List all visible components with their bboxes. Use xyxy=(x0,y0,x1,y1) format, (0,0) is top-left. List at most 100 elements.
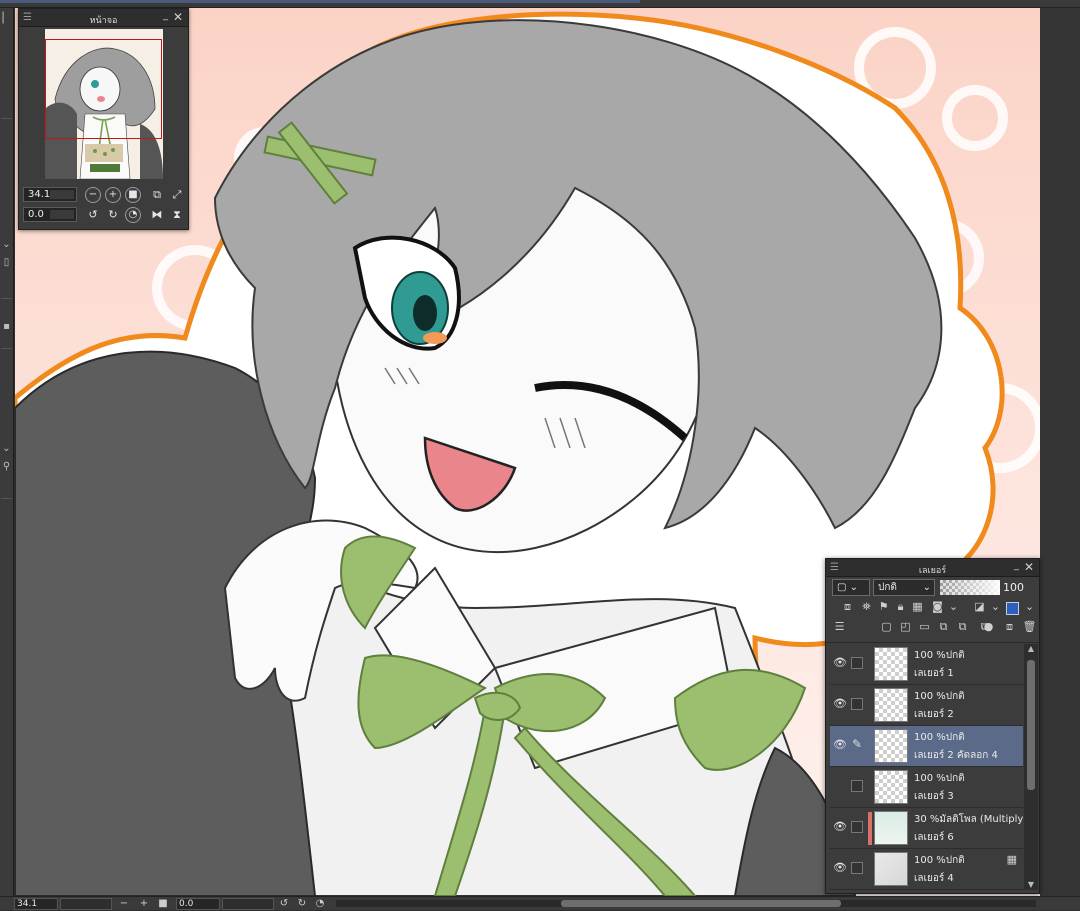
layer-row[interactable]: 👁︎ 30 %มัลติโพล (Multiply) เลเยอร์ 6 xyxy=(830,808,1023,849)
layer-lock-checkbox[interactable] xyxy=(851,698,863,710)
rotation-slider[interactable] xyxy=(50,210,74,219)
layer-name[interactable]: เลเยอร์ 6 xyxy=(914,830,954,845)
layer-thumbnail xyxy=(874,770,908,804)
small-square-icon[interactable]: ▪ xyxy=(1,320,12,334)
layer-opacity-mode: 100 %ปกติ xyxy=(914,855,965,866)
new-raster-layer-icon[interactable]: ▢ xyxy=(879,619,894,635)
chevron-down-icon[interactable]: ⌄ xyxy=(1022,599,1037,615)
zoom-out-icon[interactable]: − xyxy=(85,187,101,203)
eye-icon[interactable]: 👁︎ xyxy=(833,657,847,669)
zoom-slider[interactable] xyxy=(50,190,74,199)
layer-color-select[interactable]: ▢ ⌄ xyxy=(832,579,870,596)
zoom-field[interactable]: 34.1 xyxy=(23,187,77,202)
layer-thumbnail xyxy=(874,852,908,886)
reset-rotation-icon[interactable]: ◔ xyxy=(314,897,326,911)
merge-down-icon[interactable]: ⧉ xyxy=(955,619,970,635)
horizontal-scrollbar[interactable] xyxy=(336,900,1036,907)
new-folder-icon[interactable]: ▭ xyxy=(917,619,932,635)
minimize-icon[interactable]: _ xyxy=(1014,560,1019,571)
status-rotation-field[interactable]: 0.0 xyxy=(176,898,220,910)
layer-name[interactable]: เลเยอร์ 2 คัดลอก 4 xyxy=(914,748,998,763)
flip-horizontal-icon[interactable]: ⧓ xyxy=(149,207,165,223)
opacity-value[interactable]: 100 xyxy=(1003,580,1031,595)
ruler-icon[interactable]: ◪ xyxy=(972,599,987,615)
layer-row[interactable]: 👁︎ ✎ 100 %ปกติ เลเยอร์ 2 คัดลอก 4 xyxy=(830,726,1023,767)
reset-rotation-icon[interactable]: ◔ xyxy=(125,207,141,223)
scroll-track[interactable] xyxy=(1040,8,1080,896)
actual-size-icon[interactable]: ■ xyxy=(157,897,169,911)
layer-mask-icon[interactable]: ● xyxy=(981,619,996,635)
layer-lock-checkbox[interactable] xyxy=(851,780,863,792)
mask-icon[interactable]: ◙ xyxy=(930,599,945,615)
navigator-preview[interactable] xyxy=(45,29,163,179)
layer-color-swatch-icon[interactable] xyxy=(1006,602,1019,615)
trash-icon[interactable]: 🗑︎ xyxy=(1022,619,1037,635)
status-zoom-slider[interactable] xyxy=(60,898,112,910)
navigator-title-bar[interactable]: ☰ หน้าจอ _ ✕ xyxy=(19,9,188,27)
flip-vertical-icon[interactable]: ⧗ xyxy=(169,207,185,223)
zoom-in-icon[interactable]: + xyxy=(105,187,121,203)
layer-row[interactable]: 👁︎ 100 %ปกติ เลเยอร์ 4 ▦ xyxy=(830,849,1023,890)
layer-row[interactable]: 👁︎ 100 %ปกติ เลเยอร์ 1 xyxy=(830,644,1023,685)
zoom-out-icon[interactable]: − xyxy=(118,897,130,911)
eye-icon[interactable]: 👁︎ xyxy=(833,862,847,874)
chevron-down-icon[interactable]: ⌄ xyxy=(1,238,12,252)
eye-icon[interactable]: 👁︎ xyxy=(833,698,847,710)
layer-lock-checkbox[interactable] xyxy=(851,821,863,833)
apply-mask-icon[interactable]: ⧈ xyxy=(1002,619,1017,635)
actual-size-icon[interactable]: ■ xyxy=(125,187,141,203)
layer-name[interactable]: เลเยอร์ 2 xyxy=(914,707,954,722)
new-vector-layer-icon[interactable]: ◰ xyxy=(898,619,913,635)
zoom-in-icon[interactable]: + xyxy=(138,897,150,911)
layer-row[interactable]: 100 %ปกติ เลเยอร์ 3 xyxy=(830,767,1023,808)
blend-mode-select[interactable]: ปกติ ⌄ xyxy=(873,579,935,596)
wrench-icon[interactable]: ⚲ xyxy=(1,460,12,474)
right-vertical-scrollbar[interactable] xyxy=(1040,8,1080,896)
layer-list-icon[interactable]: ☰ xyxy=(832,619,847,635)
lock-transparency-icon[interactable]: ▦ xyxy=(910,599,925,615)
opacity-slider[interactable] xyxy=(940,580,1000,595)
chevron-down-icon[interactable]: ⌄ xyxy=(1,442,12,456)
eye-icon[interactable]: 👁︎ xyxy=(833,739,847,751)
left-tool-strip: ▏ ⌄ ▯ ▪ ⌄ ⚲ xyxy=(0,8,14,896)
rotate-left-icon[interactable]: ↺ xyxy=(278,897,290,911)
rotation-field[interactable]: 0.0 xyxy=(23,207,77,222)
view-rectangle[interactable] xyxy=(45,39,162,139)
scroll-up-icon[interactable]: ▲ xyxy=(1024,644,1038,654)
layer-name[interactable]: เลเยอร์ 4 xyxy=(914,871,954,886)
fill-window-icon[interactable]: ⤢ xyxy=(169,187,185,203)
layer-thumbnail xyxy=(874,811,908,845)
layer-name[interactable]: เลเยอร์ 3 xyxy=(914,789,954,804)
layer-name[interactable]: เลเยอร์ 1 xyxy=(914,666,954,681)
layer-lock-checkbox[interactable] xyxy=(851,862,863,874)
layer-lock-checkbox[interactable] xyxy=(851,657,863,669)
trash-icon[interactable]: ▯ xyxy=(1,256,12,270)
close-icon[interactable]: ✕ xyxy=(1024,560,1034,574)
lock-layer-icon[interactable]: 🔒︎ xyxy=(893,599,908,615)
reference-layer-icon[interactable]: ⛯ xyxy=(859,599,874,615)
layer-scroll-thumb[interactable] xyxy=(1027,660,1035,790)
horizontal-scroll-thumb[interactable] xyxy=(561,900,841,907)
layer-title-bar[interactable]: ☰ เลเยอร์ _ ✕ xyxy=(826,559,1039,577)
chevron-down-icon[interactable]: ⌄ xyxy=(988,599,1003,615)
panel-toggle-icon[interactable]: ▏ xyxy=(1,12,12,26)
eye-icon[interactable]: 👁︎ xyxy=(833,821,847,833)
layer-row[interactable]: 👁︎ 100 %ปกติ เลเยอร์ 2 xyxy=(830,685,1023,726)
close-icon[interactable]: ✕ xyxy=(173,10,183,24)
rotate-right-icon[interactable]: ↻ xyxy=(105,207,121,223)
pen-icon[interactable]: ✎ xyxy=(851,738,863,751)
rotate-right-icon[interactable]: ↻ xyxy=(296,897,308,911)
fit-window-icon[interactable]: ⧉ xyxy=(149,187,165,203)
scroll-down-icon[interactable]: ▼ xyxy=(1024,880,1038,890)
minimize-icon[interactable]: _ xyxy=(163,10,168,21)
chevron-down-icon[interactable]: ⌄ xyxy=(946,599,961,615)
eye-icon[interactable] xyxy=(833,780,847,792)
clip-icon[interactable]: ⧈ xyxy=(840,599,855,615)
draft-layer-icon[interactable]: ⚑ xyxy=(876,599,891,615)
layer-list-scrollbar[interactable]: ▲ ▼ xyxy=(1024,644,1038,890)
rotate-left-icon[interactable]: ↺ xyxy=(85,207,101,223)
status-zoom-field[interactable]: 34.1 xyxy=(14,898,58,910)
navigator-panel: ☰ หน้าจอ _ ✕ 34.1 − + ■ ⧉ ⤢ 0.0 ↺ ↻ ◔ ⧓ … xyxy=(18,8,189,230)
transfer-down-icon[interactable]: ⧉ xyxy=(936,619,951,635)
status-rotation-slider[interactable] xyxy=(222,898,274,910)
